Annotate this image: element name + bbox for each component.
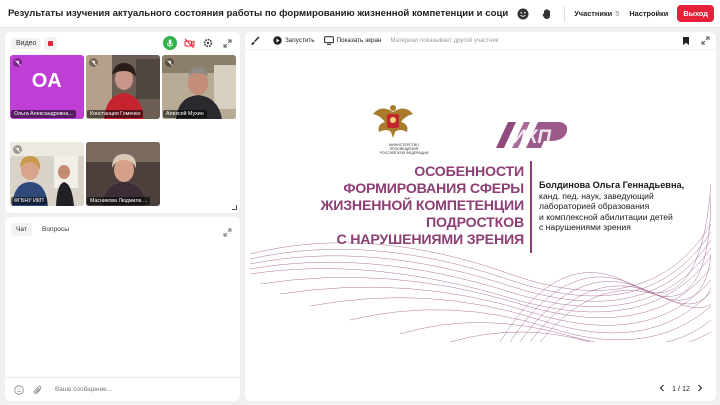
emoji-icon[interactable] bbox=[514, 5, 532, 23]
participants-label: Участники bbox=[574, 9, 613, 18]
expand-icon[interactable] bbox=[699, 35, 711, 47]
record-icon bbox=[48, 40, 54, 46]
video-tile-3[interactable]: Алексей Мухин bbox=[162, 55, 236, 119]
brush-icon bbox=[250, 36, 260, 46]
tab-questions[interactable]: Вопросы bbox=[36, 223, 74, 236]
avatar-initials: ОА bbox=[31, 69, 63, 92]
chat-tabs: Чат Вопросы bbox=[5, 217, 240, 236]
gear-icon[interactable] bbox=[201, 36, 215, 50]
top-bar: Результаты изучения актуального состояни… bbox=[0, 0, 720, 28]
heading-line: подростков bbox=[426, 215, 524, 231]
video-panel-resize-handle[interactable] bbox=[232, 205, 237, 210]
heading-line: жизненной компетенции bbox=[320, 198, 525, 214]
video-tile-4[interactable]: ФГБНУ ИКП bbox=[10, 142, 84, 206]
participant-name: Масникова Людмила ... bbox=[87, 197, 151, 205]
expand-icon[interactable] bbox=[223, 224, 233, 237]
mic-muted-icon bbox=[165, 58, 174, 67]
author-line: с нарушениями зрения bbox=[539, 222, 631, 232]
next-slide-icon[interactable] bbox=[694, 382, 706, 394]
slide-pager: 1 / 12 bbox=[652, 381, 710, 395]
header-divider bbox=[564, 5, 566, 22]
author-name: Болдинова Ольга Геннадьевна, bbox=[539, 180, 685, 190]
mic-on-icon[interactable] bbox=[163, 36, 177, 50]
start-label: Запустить bbox=[285, 37, 315, 44]
presentation-toolbar: Запустить Показать экран Материал показы… bbox=[245, 32, 716, 50]
expand-icon[interactable] bbox=[220, 36, 234, 50]
slide-heading: Особенности формирования сферы жизненной… bbox=[278, 164, 525, 249]
bookmark-icon[interactable] bbox=[680, 35, 692, 47]
heading-line: формирования сферы bbox=[343, 181, 524, 197]
heading-line: Особенности bbox=[414, 164, 524, 180]
author-line: канд. пед. наук, заведующий bbox=[539, 190, 654, 201]
chat-panel: Чат Вопросы bbox=[5, 217, 240, 401]
participant-name: Алексей Мухин bbox=[163, 110, 207, 118]
participants-count: 5 bbox=[615, 9, 620, 18]
mic-muted-icon bbox=[89, 58, 98, 67]
video-tab[interactable]: Видео bbox=[11, 37, 42, 49]
author-line: лабораторией образования bbox=[539, 201, 650, 211]
author-block: Болдинова Ольга Геннадьевна, канд. пед. … bbox=[539, 180, 709, 233]
slide-divider bbox=[530, 161, 532, 253]
share-screen-button[interactable]: Показать экран bbox=[323, 36, 382, 46]
participant-name: Ольга Александровна... bbox=[11, 110, 76, 118]
message-input[interactable] bbox=[55, 386, 205, 393]
monitor-icon bbox=[323, 36, 334, 46]
camera-off-icon[interactable] bbox=[182, 36, 196, 50]
presentation-panel: Запустить Показать экран Материал показы… bbox=[245, 32, 716, 401]
participants-button[interactable]: Участники 5 bbox=[569, 5, 624, 23]
smile-icon[interactable] bbox=[13, 384, 25, 396]
record-button[interactable] bbox=[44, 36, 58, 50]
slide: ИКП Министерство пр bbox=[250, 84, 711, 342]
video-tile-5[interactable]: Масникова Людмила ... bbox=[86, 142, 160, 206]
ministry-crest-icon bbox=[373, 105, 413, 138]
pager-separator: / bbox=[678, 383, 680, 393]
chat-input-bar bbox=[5, 377, 240, 401]
start-button[interactable]: Запустить bbox=[272, 36, 315, 46]
participant-name: Констанция Гоменко bbox=[87, 110, 144, 118]
meeting-title: Результаты изучения актуального состояни… bbox=[8, 8, 509, 19]
crest-caption: Министерство просвещения Российской Феде… bbox=[379, 143, 429, 156]
author-line: и комплексной абилитации детей bbox=[539, 211, 673, 222]
prev-slide-icon[interactable] bbox=[656, 382, 668, 394]
video-panel-header: Видео bbox=[5, 34, 240, 52]
current-slide: 1 bbox=[672, 383, 676, 393]
total-slides: 12 bbox=[682, 383, 690, 393]
exit-button[interactable]: Выход bbox=[677, 5, 714, 22]
attach-icon[interactable] bbox=[32, 384, 44, 396]
participant-name: ФГБНУ ИКП bbox=[11, 197, 47, 205]
heading-line: с нарушениями зрения bbox=[336, 232, 524, 248]
pen-tool-button[interactable] bbox=[250, 36, 263, 46]
video-panel: Видео ОА Ольга Александровна... Констанц… bbox=[5, 32, 240, 213]
video-tile-2[interactable]: Констанция Гоменко bbox=[86, 55, 160, 119]
logo-text: ИКП bbox=[512, 127, 551, 148]
tab-chat[interactable]: Чат bbox=[11, 223, 32, 236]
play-circle-icon bbox=[272, 36, 282, 46]
mic-muted-icon bbox=[13, 145, 22, 154]
presenter-note: Материал показывает другой участник bbox=[390, 37, 499, 44]
settings-button[interactable]: Настройки bbox=[624, 5, 673, 23]
raise-hand-icon[interactable] bbox=[538, 5, 556, 23]
video-tile-1[interactable]: ОА Ольга Александровна... bbox=[10, 55, 84, 119]
ikp-logo: ИКП bbox=[493, 120, 579, 150]
share-label: Показать экран bbox=[336, 37, 382, 44]
